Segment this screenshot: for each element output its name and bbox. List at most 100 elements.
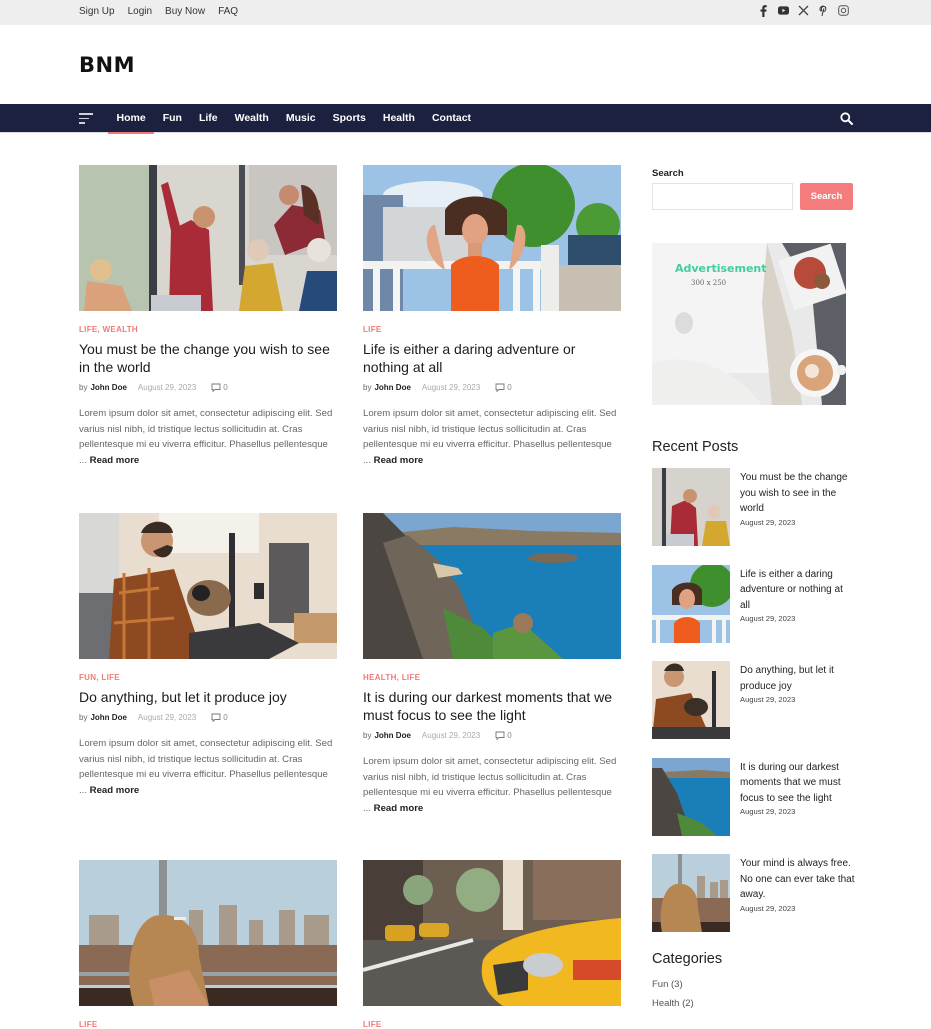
post-thumbnail[interactable] (79, 165, 337, 311)
post-author[interactable]: John Doe (90, 713, 126, 722)
comments-link[interactable]: 0 (495, 383, 512, 392)
post-thumbnail[interactable] (362, 860, 621, 1006)
nav-item-wealth[interactable]: Wealth (226, 104, 277, 133)
nav-item-life[interactable]: Life (190, 104, 226, 133)
recent-posts-heading: Recent Posts (652, 439, 739, 455)
post-categories[interactable]: LIFE (79, 1020, 337, 1029)
post-categories[interactable]: FUN, LIFE (79, 673, 337, 682)
facebook-icon[interactable] (758, 4, 769, 17)
recent-post-title[interactable]: You must be the change you wish to see i… (740, 470, 855, 517)
nav-menu: Home Fun Life Wealth Music Sports Health… (108, 104, 480, 134)
recent-post-date: August 29, 2023 (740, 614, 796, 623)
search-icon[interactable] (840, 112, 853, 125)
search-label: Search (652, 168, 684, 179)
recent-post-item[interactable]: Your mind is always free. No one can eve… (652, 854, 855, 932)
comment-icon (495, 383, 505, 392)
post-categories[interactable]: HEALTH, LIFE (363, 673, 621, 682)
recent-post-item[interactable]: You must be the change you wish to see i… (652, 468, 853, 546)
post-categories[interactable]: LIFE (363, 325, 621, 334)
by-label: by (79, 383, 88, 392)
by-label: by (363, 731, 372, 740)
buy-now-link[interactable]: Buy Now (165, 6, 205, 17)
recent-post-date: August 29, 2023 (740, 903, 796, 913)
recent-posts-list: You must be the change you wish to see i… (652, 468, 855, 932)
recent-post-item[interactable]: It is during our darkest moments that we… (652, 757, 855, 836)
nav-item-home[interactable]: Home (108, 104, 155, 134)
post-meta: by John Doe August 29, 2023 0 (363, 731, 621, 740)
recent-post-item[interactable]: Do anything, but let it produce joy Augu… (652, 661, 853, 739)
pinterest-icon[interactable] (818, 4, 829, 17)
recent-post-title[interactable]: Your mind is always free. No one can eve… (740, 856, 855, 903)
nav-item-fun[interactable]: Fun (154, 104, 190, 133)
search-button[interactable]: Search (800, 183, 853, 210)
recent-post-date: August 29, 2023 (740, 517, 796, 527)
post-thumbnail[interactable] (363, 163, 621, 311)
post-excerpt: Lorem ipsum dolor sit amet, consectetur … (363, 406, 621, 468)
categories-heading: Categories (652, 950, 723, 967)
post-date: August 29, 2023 (421, 731, 481, 740)
post-thumbnail[interactable] (79, 513, 337, 659)
post-title[interactable]: It is during our darkest moments that we… (363, 688, 621, 724)
search-input[interactable] (652, 183, 793, 210)
site-logo[interactable]: BNM (79, 53, 135, 77)
category-link-health[interactable]: Health (2) (652, 998, 853, 1009)
hamburger-menu-icon[interactable] (79, 113, 93, 124)
post-meta: by John Doe August 29, 2023 0 (79, 383, 337, 392)
recent-post-thumbnail[interactable] (652, 661, 730, 739)
sidebar: Search Search Advertisement 300 x 250 Re… (652, 165, 855, 1017)
post-title[interactable]: You must be the change you wish to see i… (79, 340, 337, 376)
nav-item-music[interactable]: Music (277, 104, 324, 133)
recent-post-thumbnail[interactable] (652, 468, 730, 546)
comments-link[interactable]: 0 (211, 713, 228, 722)
signup-link[interactable]: Sign Up (79, 6, 115, 17)
by-label: by (79, 713, 88, 722)
recent-post-title[interactable]: It is during our darkest moments that we… (740, 760, 855, 807)
main-nav: Home Fun Life Wealth Music Sports Health… (0, 104, 931, 134)
post-card: LIFE, WEALTH You must be the change you … (79, 165, 337, 468)
social-links (758, 4, 849, 17)
post-thumbnail[interactable] (363, 513, 621, 659)
advertisement-banner[interactable]: Advertisement 300 x 250 (652, 243, 846, 405)
nav-item-contact[interactable]: Contact (423, 104, 479, 133)
x-icon[interactable] (798, 4, 809, 17)
category-link-fun[interactable]: Fun (3) (652, 979, 853, 990)
post-thumbnail[interactable] (79, 860, 337, 1006)
post-categories[interactable]: LIFE, WEALTH (79, 325, 337, 334)
nav-item-sports[interactable]: Sports (324, 104, 374, 133)
post-excerpt: Lorem ipsum dolor sit amet, consectetur … (79, 736, 337, 798)
nav-item-health[interactable]: Health (374, 104, 423, 133)
read-more-link[interactable]: Read more (374, 803, 424, 814)
post-title[interactable]: Life is either a daring adventure or not… (363, 340, 621, 376)
recent-post-title[interactable]: Life is either a daring adventure or not… (740, 567, 855, 614)
read-more-link[interactable]: Read more (90, 785, 140, 796)
recent-post-thumbnail[interactable] (652, 854, 730, 932)
youtube-icon[interactable] (778, 4, 789, 17)
comment-count: 0 (507, 383, 512, 392)
post-title[interactable]: Do anything, but let it produce joy (79, 688, 337, 706)
post-date: August 29, 2023 (137, 383, 197, 392)
post-categories[interactable]: LIFE (363, 1020, 621, 1029)
read-more-link[interactable]: Read more (374, 455, 424, 466)
recent-post-title[interactable]: Do anything, but let it produce joy (740, 663, 855, 694)
comment-count: 0 (507, 731, 512, 740)
recent-posts-widget: Recent Posts You must be the change you … (652, 439, 855, 932)
recent-post-item[interactable]: Life is either a daring adventure or not… (652, 562, 855, 643)
top-bar: Sign Up Login Buy Now FAQ (0, 0, 931, 25)
recent-post-thumbnail[interactable] (652, 562, 734, 643)
post-card: FUN, LIFE Do anything, but let it produc… (79, 513, 337, 798)
categories-widget: Categories Fun (3) Health (2) (652, 951, 853, 1009)
comments-link[interactable]: 0 (211, 383, 228, 392)
recent-post-thumbnail[interactable] (652, 757, 730, 836)
ad-size: 300 x 250 (691, 279, 727, 287)
comments-link[interactable]: 0 (495, 731, 512, 740)
post-author[interactable]: John Doe (374, 731, 410, 740)
login-link[interactable]: Login (128, 6, 152, 17)
post-excerpt: Lorem ipsum dolor sit amet, consectetur … (79, 406, 337, 468)
post-card: LIFE Life is either a daring adventure o… (363, 163, 621, 468)
post-author[interactable]: John Doe (374, 383, 410, 392)
post-author[interactable]: John Doe (90, 383, 126, 392)
instagram-icon[interactable] (838, 4, 849, 17)
faq-link[interactable]: FAQ (218, 6, 238, 17)
search-form: Search (652, 183, 853, 210)
read-more-link[interactable]: Read more (90, 455, 140, 466)
